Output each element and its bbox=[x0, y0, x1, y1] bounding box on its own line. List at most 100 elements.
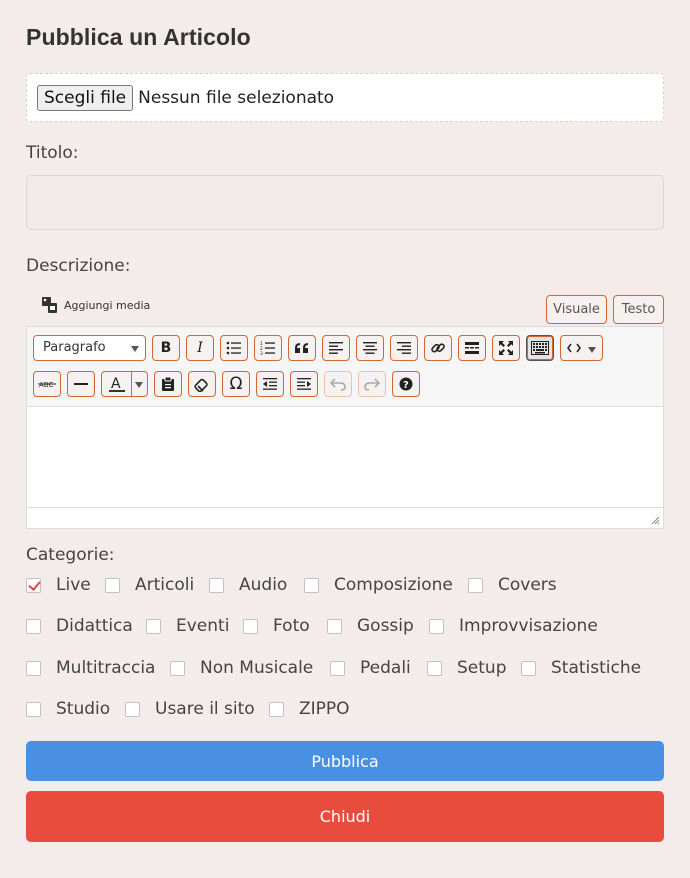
file-status-text: Nessun file selezionato bbox=[138, 87, 335, 108]
category-item[interactable]: Gossip bbox=[327, 616, 414, 636]
svg-text:A: A bbox=[111, 376, 121, 392]
undo-button[interactable] bbox=[324, 371, 352, 397]
category-checkbox[interactable] bbox=[125, 701, 140, 717]
category-checkbox[interactable] bbox=[330, 660, 345, 676]
chevron-down-icon bbox=[588, 347, 596, 353]
numbered-list-button[interactable]: 123 bbox=[254, 335, 282, 361]
category-item[interactable]: Improvvisazione bbox=[429, 616, 598, 636]
toolbar-toggle-button[interactable] bbox=[526, 335, 554, 361]
special-character-button[interactable]: Ω bbox=[222, 371, 250, 397]
category-label: Audio bbox=[239, 575, 288, 595]
category-item[interactable]: Studio bbox=[26, 699, 110, 719]
category-label: ZIPPO bbox=[299, 699, 350, 719]
read-more-icon bbox=[465, 342, 479, 354]
title-input[interactable] bbox=[26, 175, 664, 230]
bold-button[interactable]: B bbox=[152, 335, 180, 361]
fullscreen-icon bbox=[499, 341, 513, 355]
category-label: Articoli bbox=[135, 575, 195, 595]
clipboard-icon bbox=[162, 376, 174, 391]
category-checkbox[interactable] bbox=[468, 577, 483, 593]
category-item[interactable]: Audio bbox=[209, 575, 287, 595]
category-checkbox[interactable] bbox=[327, 618, 342, 634]
categories-label: Categorie: bbox=[26, 545, 115, 565]
category-checkbox[interactable] bbox=[269, 701, 284, 717]
code-icon bbox=[567, 343, 581, 353]
rich-text-editor: Paragrafo B I 123 ABC A Ω ? bbox=[26, 326, 664, 529]
category-checkbox[interactable] bbox=[304, 577, 319, 593]
align-right-button[interactable] bbox=[390, 335, 418, 361]
bullet-list-button[interactable] bbox=[220, 335, 248, 361]
text-color-button[interactable]: A bbox=[101, 371, 148, 397]
category-item[interactable]: Covers bbox=[468, 575, 557, 595]
eraser-icon bbox=[194, 378, 208, 392]
category-checkbox[interactable] bbox=[429, 618, 444, 634]
category-label: Covers bbox=[498, 575, 557, 595]
tab-visual[interactable]: Visuale bbox=[546, 295, 607, 324]
category-label: Live bbox=[56, 575, 91, 595]
chevron-down-icon bbox=[131, 346, 139, 352]
category-checkbox[interactable] bbox=[146, 618, 161, 634]
category-label: Eventi bbox=[176, 616, 230, 636]
page-title: Pubblica un Articolo bbox=[26, 24, 251, 50]
insert-link-button[interactable] bbox=[424, 335, 452, 361]
code-dropdown-button[interactable] bbox=[560, 335, 603, 361]
chevron-down-icon bbox=[135, 382, 143, 388]
editor-content-area[interactable] bbox=[27, 408, 663, 508]
add-media-button[interactable]: Aggiungi media bbox=[41, 296, 150, 314]
paste-text-button[interactable] bbox=[154, 371, 182, 397]
category-item[interactable]: Didattica bbox=[26, 616, 133, 636]
resize-handle-icon[interactable] bbox=[651, 516, 660, 525]
choose-file-button[interactable]: Scegli file bbox=[37, 84, 134, 111]
category-item[interactable]: Setup bbox=[427, 658, 506, 678]
category-checkbox[interactable] bbox=[427, 660, 442, 676]
numbered-list-icon: 123 bbox=[260, 341, 275, 355]
tab-text[interactable]: Testo bbox=[613, 295, 664, 324]
category-item[interactable]: Articoli bbox=[105, 575, 194, 595]
category-checkbox[interactable] bbox=[209, 577, 224, 593]
italic-button[interactable]: I bbox=[186, 335, 214, 361]
category-item[interactable]: Live bbox=[26, 575, 91, 595]
text-color-icon: A bbox=[109, 376, 125, 392]
publish-button[interactable]: Pubblica bbox=[26, 741, 664, 781]
category-item[interactable]: Statistiche bbox=[521, 658, 641, 678]
strikethrough-button[interactable]: ABC bbox=[33, 371, 61, 397]
strikethrough-icon: ABC bbox=[38, 381, 56, 389]
help-button[interactable]: ? bbox=[392, 371, 420, 397]
category-label: Usare il sito bbox=[155, 699, 255, 719]
category-item[interactable]: Composizione bbox=[304, 575, 453, 595]
italic-icon: I bbox=[197, 340, 203, 356]
category-item[interactable]: Usare il sito bbox=[125, 699, 255, 719]
category-checkbox[interactable] bbox=[26, 660, 41, 676]
clear-formatting-button[interactable] bbox=[188, 371, 216, 397]
outdent-button[interactable] bbox=[256, 371, 284, 397]
category-item[interactable]: Multitraccia bbox=[26, 658, 155, 678]
category-checkbox[interactable] bbox=[170, 660, 185, 676]
category-label: Foto bbox=[273, 616, 310, 636]
category-checkbox[interactable] bbox=[243, 618, 258, 634]
blockquote-button[interactable] bbox=[288, 335, 316, 361]
close-button[interactable]: Chiudi bbox=[26, 791, 664, 842]
category-checkbox[interactable] bbox=[26, 618, 41, 634]
horizontal-line-button[interactable] bbox=[67, 371, 95, 397]
category-item[interactable]: ZIPPO bbox=[269, 699, 350, 719]
align-left-button[interactable] bbox=[322, 335, 350, 361]
category-checkbox[interactable] bbox=[26, 577, 41, 593]
category-item[interactable]: Pedali bbox=[330, 658, 411, 678]
category-item[interactable]: Non Musicale bbox=[170, 658, 313, 678]
category-checkbox[interactable] bbox=[105, 577, 120, 593]
fullscreen-button[interactable] bbox=[492, 335, 520, 361]
outdent-icon bbox=[263, 378, 277, 390]
align-center-button[interactable] bbox=[356, 335, 384, 361]
category-checkbox[interactable] bbox=[521, 660, 536, 676]
category-item[interactable]: Foto bbox=[243, 616, 310, 636]
category-label: Multitraccia bbox=[56, 658, 156, 678]
redo-button[interactable] bbox=[358, 371, 386, 397]
bold-icon: B bbox=[160, 340, 172, 356]
format-select[interactable]: Paragrafo bbox=[33, 335, 146, 361]
align-center-icon bbox=[363, 342, 377, 354]
editor-toolbar: Paragrafo B I 123 ABC A Ω ? bbox=[27, 327, 663, 407]
indent-button[interactable] bbox=[290, 371, 318, 397]
read-more-button[interactable] bbox=[458, 335, 486, 361]
category-checkbox[interactable] bbox=[26, 701, 41, 717]
category-item[interactable]: Eventi bbox=[146, 616, 229, 636]
